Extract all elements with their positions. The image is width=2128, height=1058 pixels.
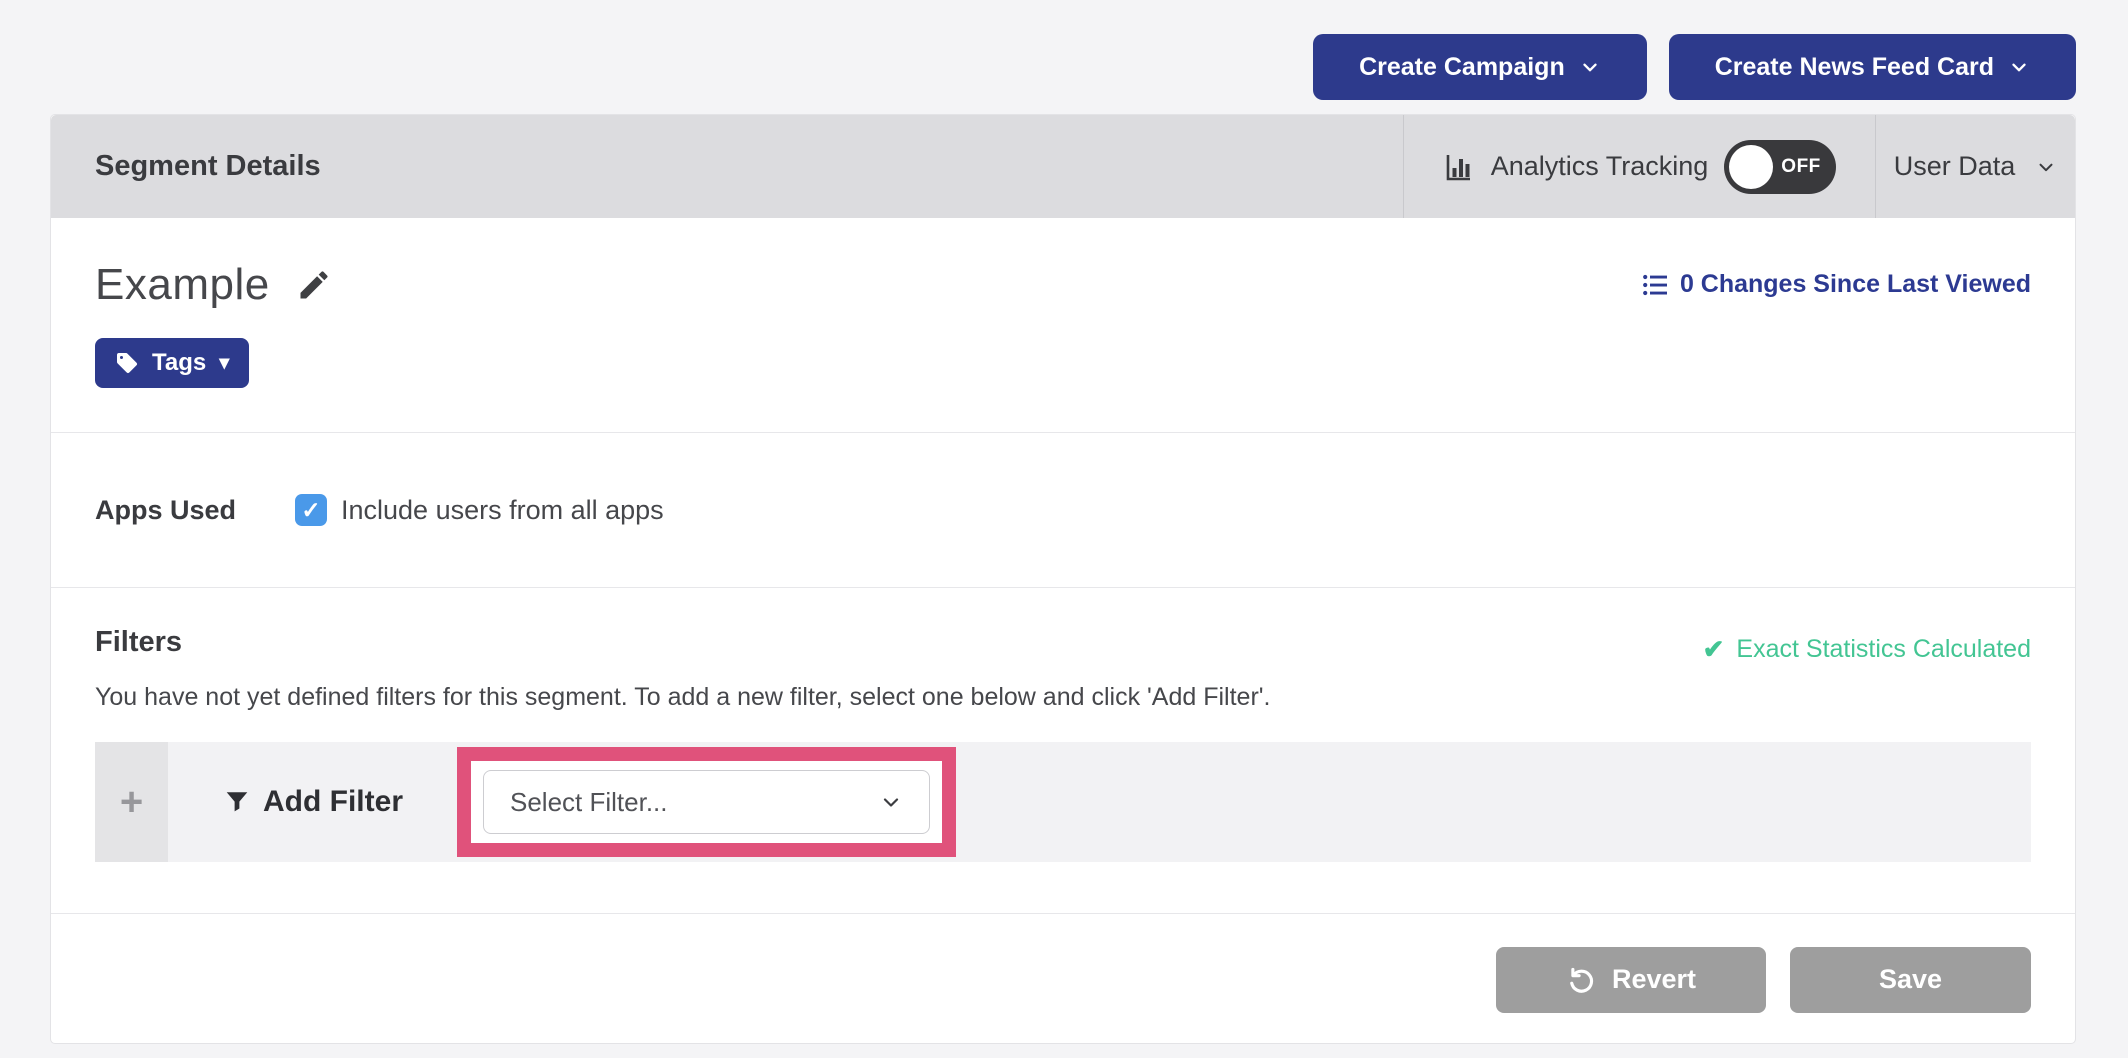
card-header: Segment Details Analytics Tracking OFF U… xyxy=(51,115,2075,218)
save-button[interactable]: Save xyxy=(1790,947,2031,1013)
create-campaign-button[interactable]: Create Campaign xyxy=(1313,34,1647,100)
apps-used-section: Apps Used ✓ Include users from all apps xyxy=(51,432,2075,587)
page-title: Segment Details xyxy=(51,115,1403,218)
create-news-feed-card-label: Create News Feed Card xyxy=(1715,53,1994,82)
segment-name: Example xyxy=(95,260,270,310)
select-filter-placeholder: Select Filter... xyxy=(510,787,668,818)
add-filter-plus-button[interactable]: + xyxy=(95,742,168,862)
tags-button[interactable]: Tags ▾ xyxy=(95,338,249,388)
include-all-apps-option[interactable]: ✓ Include users from all apps xyxy=(295,494,664,526)
revert-arrow-icon xyxy=(1566,965,1596,995)
filters-section: Filters ✔ Exact Statistics Calculated Yo… xyxy=(51,587,2075,913)
add-filter-row: + Add Filter Select Filter... xyxy=(95,742,2031,862)
user-data-dropdown[interactable]: User Data xyxy=(1876,115,2075,218)
filters-empty-message: You have not yet defined filters for thi… xyxy=(95,683,2031,712)
chevron-down-icon xyxy=(2008,56,2030,78)
card-footer: Revert Save xyxy=(51,913,2075,1045)
analytics-tracking-control[interactable]: Analytics Tracking OFF xyxy=(1403,115,1876,218)
toggle-state-label: OFF xyxy=(1781,156,1821,178)
tags-button-label: Tags xyxy=(152,349,206,377)
revert-button-label: Revert xyxy=(1612,964,1696,995)
changes-since-last-viewed-link[interactable]: 0 Changes Since Last Viewed xyxy=(1642,270,2031,299)
analytics-tracking-label: Analytics Tracking xyxy=(1491,151,1709,182)
edit-pencil-icon[interactable] xyxy=(296,267,332,303)
add-filter-label: Add Filter xyxy=(263,785,403,819)
user-data-label: User Data xyxy=(1894,151,2016,182)
tag-icon xyxy=(115,351,139,375)
segment-details-card: Segment Details Analytics Tracking OFF U… xyxy=(50,114,2076,1044)
apps-used-label: Apps Used xyxy=(95,495,295,526)
include-all-apps-label: Include users from all apps xyxy=(341,495,664,526)
toggle-knob xyxy=(1729,145,1773,189)
chevron-down-icon xyxy=(1579,56,1601,78)
create-news-feed-card-button[interactable]: Create News Feed Card xyxy=(1669,34,2076,100)
select-filter-dropdown[interactable]: Select Filter... xyxy=(483,770,930,834)
check-icon: ✔ xyxy=(1703,634,1725,665)
exact-statistics-label: Exact Statistics Calculated xyxy=(1736,635,2031,664)
bar-chart-icon xyxy=(1443,151,1475,183)
caret-down-icon: ▾ xyxy=(219,353,229,373)
exact-statistics-status: ✔ Exact Statistics Calculated xyxy=(1703,634,2031,665)
analytics-tracking-toggle[interactable]: OFF xyxy=(1724,140,1836,194)
include-all-apps-checkbox[interactable]: ✓ xyxy=(295,494,327,526)
add-filter-button[interactable]: Add Filter xyxy=(224,742,403,862)
chevron-down-icon xyxy=(879,790,903,814)
save-button-label: Save xyxy=(1879,964,1942,995)
plus-icon: + xyxy=(120,782,143,822)
chevron-down-icon xyxy=(2035,156,2057,178)
revert-button[interactable]: Revert xyxy=(1496,947,1766,1013)
filter-funnel-icon xyxy=(224,789,250,815)
top-action-bar: Create Campaign Create News Feed Card xyxy=(1313,34,2076,100)
list-icon xyxy=(1642,272,1668,298)
changes-link-label: 0 Changes Since Last Viewed xyxy=(1680,270,2031,299)
create-campaign-label: Create Campaign xyxy=(1359,53,1565,82)
checkbox-check-icon: ✓ xyxy=(301,497,320,524)
segment-name-section: Example Tags ▾ 0 Changes Since Last View… xyxy=(51,218,2075,432)
annotation-highlight-box: Select Filter... xyxy=(457,747,956,857)
